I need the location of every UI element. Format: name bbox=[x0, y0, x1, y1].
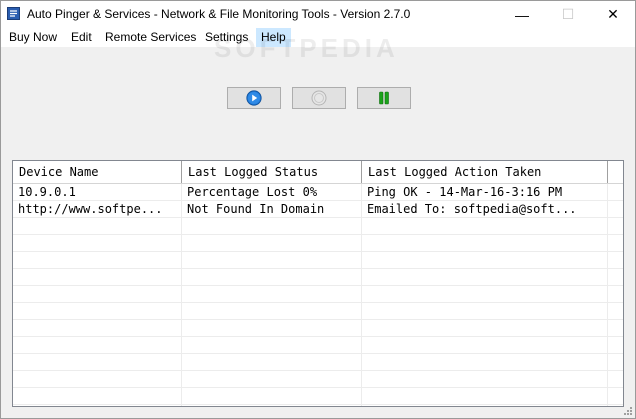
empty-row bbox=[13, 337, 623, 354]
window-title: Auto Pinger & Services - Network & File … bbox=[27, 7, 411, 21]
resize-grip-icon[interactable] bbox=[623, 406, 633, 416]
app-window: Auto Pinger & Services - Network & File … bbox=[0, 0, 636, 419]
play-icon bbox=[246, 90, 262, 106]
empty-row bbox=[13, 286, 623, 303]
list-header: Device Name Last Logged Status Last Logg… bbox=[13, 161, 623, 184]
column-last-logged-action[interactable]: Last Logged Action Taken bbox=[362, 161, 608, 183]
title-bar[interactable]: Auto Pinger & Services - Network & File … bbox=[1, 1, 635, 28]
empty-row bbox=[13, 303, 623, 320]
empty-row bbox=[13, 320, 623, 337]
menu-edit[interactable]: Edit bbox=[66, 28, 97, 47]
cell-status: Percentage Lost 0% bbox=[187, 185, 318, 199]
table-row[interactable]: http://www.softpe... Not Found In Domain… bbox=[13, 201, 623, 218]
cell-action: Emailed To: softpedia@soft... bbox=[367, 202, 577, 216]
table-row[interactable]: 10.9.0.1 Percentage Lost 0% Ping OK - 14… bbox=[13, 184, 623, 201]
menu-settings[interactable]: Settings bbox=[200, 28, 253, 47]
empty-row bbox=[13, 388, 623, 405]
maximize-button[interactable]: ☐ bbox=[545, 1, 591, 28]
empty-row bbox=[13, 269, 623, 286]
menu-help[interactable]: Help bbox=[256, 28, 291, 47]
menu-buy-now[interactable]: Buy Now bbox=[4, 28, 62, 47]
cell-action: Ping OK - 14-Mar-16-3:16 PM bbox=[367, 185, 563, 199]
cell-device-name: 10.9.0.1 bbox=[18, 185, 76, 199]
cell-status: Not Found In Domain bbox=[187, 202, 325, 216]
empty-row bbox=[13, 235, 623, 252]
column-device-name[interactable]: Device Name bbox=[13, 161, 182, 183]
empty-row bbox=[13, 371, 623, 388]
empty-row bbox=[13, 354, 623, 371]
stop-icon bbox=[311, 90, 327, 106]
device-list[interactable]: Device Name Last Logged Status Last Logg… bbox=[12, 160, 624, 407]
app-icon bbox=[7, 7, 20, 20]
empty-row bbox=[13, 252, 623, 269]
menu-bar: Buy Now Edit Remote Services Settings He… bbox=[1, 28, 635, 47]
pause-icon bbox=[379, 91, 389, 105]
minimize-button[interactable]: — bbox=[499, 1, 545, 28]
empty-row bbox=[13, 218, 623, 235]
close-button[interactable]: ✕ bbox=[590, 1, 636, 28]
column-last-logged-status[interactable]: Last Logged Status bbox=[182, 161, 362, 183]
cell-device-name: http://www.softpe... bbox=[18, 202, 163, 216]
menu-remote-services[interactable]: Remote Services bbox=[100, 28, 201, 47]
pause-button[interactable] bbox=[357, 87, 411, 109]
start-button[interactable] bbox=[227, 87, 281, 109]
stop-button[interactable] bbox=[292, 87, 346, 109]
